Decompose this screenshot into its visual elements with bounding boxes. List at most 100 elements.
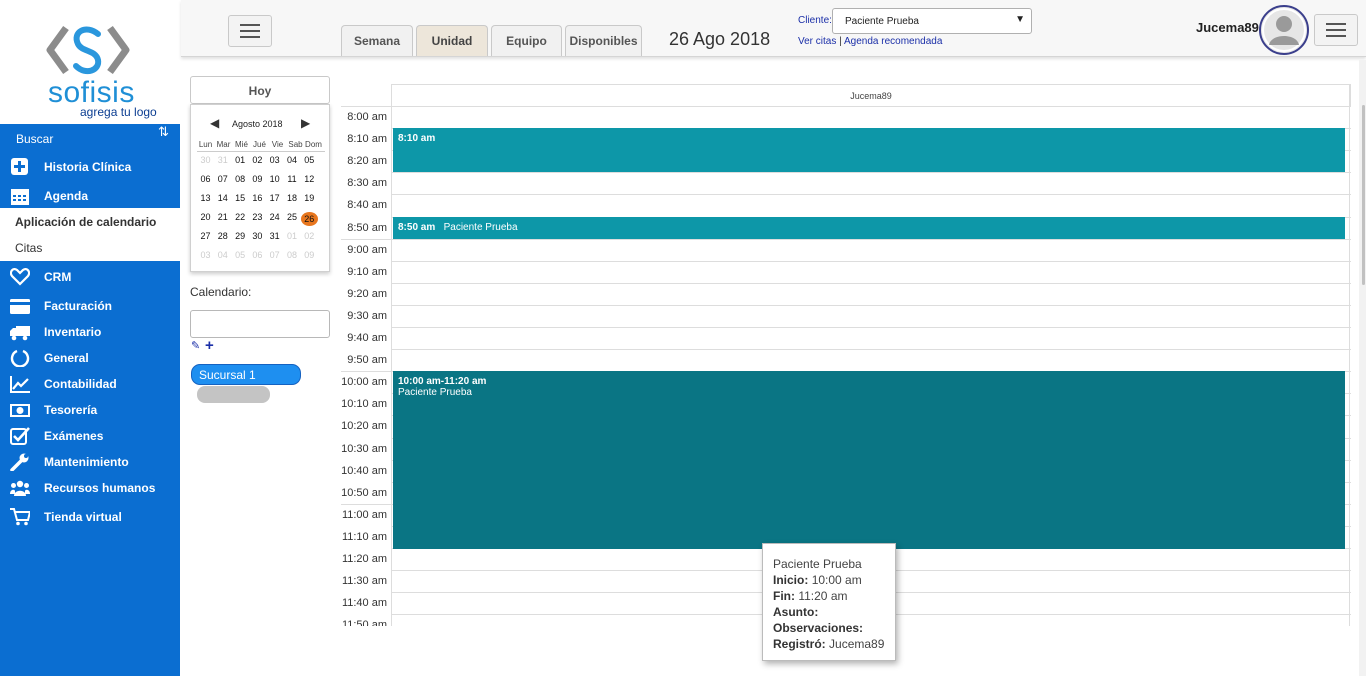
sort-icon[interactable]: ⇅ [158,124,169,140]
next-month-icon[interactable]: ▶ [301,116,310,130]
client-select[interactable]: Paciente Prueba ▼ [832,8,1032,34]
plus-icon[interactable]: + [205,337,214,354]
calendar-day[interactable]: 17 [266,193,283,203]
time-label: 10:30 am [341,442,387,455]
calendar-day[interactable]: 16 [249,193,266,203]
time-slot[interactable]: 8:00 am [341,106,1351,128]
calendar-day[interactable]: 30 [197,155,214,165]
placeholder-tag[interactable] [197,386,270,403]
scrollbar-thumb[interactable] [1362,105,1365,285]
calendar-day[interactable]: 04 [214,250,231,260]
submenu-citas[interactable]: Citas [15,241,42,255]
calendar-day[interactable]: 31 [266,231,283,241]
calendar-day[interactable]: 11 [284,174,301,184]
tab-equipo[interactable]: Equipo [491,25,562,56]
calendar-input[interactable] [190,310,330,338]
calendar-day[interactable]: 28 [214,231,231,241]
appointment-event[interactable]: 8:10 am [393,128,1345,172]
sidebar-item-recursos-humanos[interactable]: Recursos humanos [0,475,180,501]
sidebar-item-agenda[interactable]: Agenda [0,183,180,209]
tab-semana[interactable]: Semana [341,25,413,56]
calendar-day[interactable]: 06 [249,250,266,260]
sidebar-item-crm[interactable]: CRM [0,264,180,290]
calendar-day[interactable]: 18 [284,193,301,203]
sidebar-item-tesoreria[interactable]: Tesorería [0,397,180,423]
tooltip-notes: Observaciones: [773,620,895,636]
tab-disponibles[interactable]: Disponibles [565,25,642,56]
calendar-day[interactable]: 01 [284,231,301,241]
calendar-day[interactable]: 19 [301,193,318,203]
calendar-day[interactable]: 06 [197,174,214,184]
calendar-day[interactable]: 25 [284,212,301,222]
calendar-day[interactable]: 07 [266,250,283,260]
time-slot[interactable]: 9:40 am [341,327,1351,349]
sidebar-item-facturacion[interactable]: Facturación [0,293,180,319]
calendar-day[interactable]: 21 [214,212,231,222]
user-name[interactable]: Jucema89 [1196,20,1259,35]
time-slot[interactable]: 8:40 am [341,194,1351,216]
calendar-day[interactable]: 23 [249,212,266,222]
search-row[interactable]: Buscar ⇅ [0,124,180,154]
calendar-day[interactable]: 26 [300,212,318,226]
time-slot[interactable]: 9:50 am [341,349,1351,371]
time-slot[interactable]: 9:30 am [341,304,1351,327]
calendar-day[interactable]: 08 [284,250,301,260]
slot-line [391,194,1351,196]
calendar-day[interactable]: 09 [301,250,318,260]
sidebar-item-tienda-virtual[interactable]: Tienda virtual [0,504,180,530]
calendar-day[interactable]: 14 [214,193,231,203]
sidebar-item-mantenimiento[interactable]: Mantenimiento [0,449,180,475]
calendar-day[interactable]: 01 [232,155,249,165]
submenu-calendar-app[interactable]: Aplicación de calendario [15,215,156,229]
agenda-recomendada-link[interactable]: Agenda recomendada [844,36,942,47]
calendar-day[interactable]: 24 [266,212,283,222]
calendar-day[interactable]: 02 [301,231,318,241]
avatar[interactable] [1259,5,1309,55]
time-label: 9:10 am [347,265,387,278]
calendar-day[interactable]: 08 [232,174,249,184]
calendar-day[interactable]: 31 [214,155,231,165]
calendar-day[interactable]: 09 [249,174,266,184]
calendar-day[interactable]: 07 [214,174,231,184]
calendar-day[interactable]: 02 [249,155,266,165]
branch-tag[interactable]: Sucursal 1 [191,364,301,385]
time-label: 11:20 am [341,553,387,565]
sidebar-item-general[interactable]: General [0,345,180,371]
time-slot[interactable]: 9:00 am [341,238,1351,261]
time-slot[interactable]: 9:20 am [341,282,1351,305]
calendar-day[interactable]: 04 [284,155,301,165]
calendar-day[interactable]: 20 [197,212,214,222]
calendar-day[interactable]: 03 [266,155,283,165]
time-slot[interactable]: 9:10 am [341,260,1351,283]
sidebar-item-examenes[interactable]: Exámenes [0,423,180,449]
calendar-day[interactable]: 13 [197,193,214,203]
ver-citas-link[interactable]: Ver citas [798,36,836,47]
search-label[interactable]: Buscar [16,132,53,146]
sidebar-item-historia-clinica[interactable]: Historia Clínica [0,154,180,180]
calendar-day[interactable]: 05 [301,155,318,165]
calendar-day[interactable]: 10 [266,174,283,184]
pencil-icon[interactable]: ✎ [191,339,200,352]
appointment-event[interactable]: 10:00 am-11:20 am Paciente Prueba [393,371,1345,549]
logo[interactable]: sofisis agrega tu logo [0,0,180,124]
sidebar-item-inventario[interactable]: Inventario [0,319,180,345]
slot-line [391,349,1351,351]
appointment-event[interactable]: 8:50 am Paciente Prueba [393,217,1345,239]
tab-unidad[interactable]: Unidad [416,25,488,56]
sidebar-item-contabilidad[interactable]: Contabilidad [0,371,180,397]
calendar-day[interactable]: 22 [232,212,249,222]
calendar-day[interactable]: 03 [197,250,214,260]
time-slot[interactable]: 8:30 am [341,172,1351,194]
calendar-day[interactable]: 29 [232,231,249,241]
menu-toggle-button[interactable] [228,15,272,47]
user-menu-button[interactable] [1314,14,1358,46]
calendar-day[interactable]: 30 [249,231,266,241]
calendar-day[interactable]: 05 [232,250,249,260]
calendar-day[interactable]: 15 [232,193,249,203]
time-label: 8:40 am [347,199,387,212]
prev-month-icon[interactable]: ◀ [210,116,219,130]
today-button[interactable]: Hoy [190,76,330,104]
sidebar-item-label: Tienda virtual [44,510,122,524]
calendar-day[interactable]: 27 [197,231,214,241]
calendar-day[interactable]: 12 [301,174,318,184]
